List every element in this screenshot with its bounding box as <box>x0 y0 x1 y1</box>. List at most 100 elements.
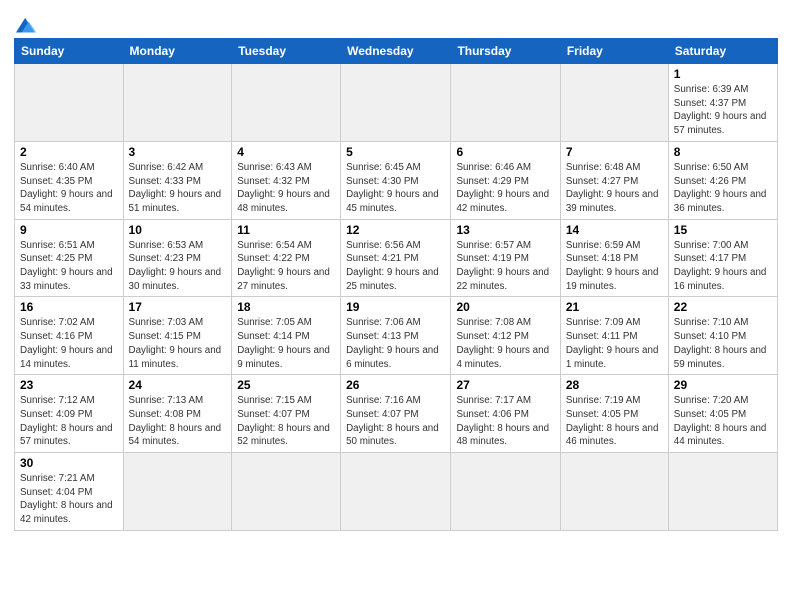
day-number: 21 <box>566 300 663 314</box>
day-number: 4 <box>237 145 335 159</box>
logo-area <box>14 10 38 32</box>
day-info: Sunrise: 7:10 AM Sunset: 4:10 PM Dayligh… <box>674 316 772 371</box>
day-info: Sunrise: 6:40 AM Sunset: 4:35 PM Dayligh… <box>20 161 118 216</box>
weekday-header-friday: Friday <box>560 39 668 64</box>
calendar-cell: 21 Sunrise: 7:09 AM Sunset: 4:11 PM Dayli… <box>560 297 668 375</box>
day-info: Sunrise: 7:13 AM Sunset: 4:08 PM Dayligh… <box>129 394 227 449</box>
day-info: Sunrise: 7:00 AM Sunset: 4:17 PM Dayligh… <box>674 239 772 294</box>
page: SundayMondayTuesdayWednesdayThursdayFrid… <box>0 0 792 612</box>
day-info: Sunrise: 7:03 AM Sunset: 4:15 PM Dayligh… <box>129 316 227 371</box>
day-number: 26 <box>346 378 445 392</box>
calendar-cell: 9 Sunrise: 6:51 AM Sunset: 4:25 PM Daylig… <box>15 219 124 297</box>
day-info: Sunrise: 6:53 AM Sunset: 4:23 PM Dayligh… <box>129 239 227 294</box>
calendar-cell: 4Sunrise: 6:43 AM Sunset: 4:32 PM Daylig… <box>232 141 341 219</box>
week-row-1: 1Sunrise: 6:39 AM Sunset: 4:37 PM Daylig… <box>15 64 778 142</box>
calendar-cell <box>15 64 124 142</box>
calendar-cell: 24 Sunrise: 7:13 AM Sunset: 4:08 PM Dayli… <box>123 375 232 453</box>
day-info: Sunrise: 7:17 AM Sunset: 4:06 PM Dayligh… <box>456 394 554 449</box>
calendar-cell: 14Sunrise: 6:59 AM Sunset: 4:18 PM Dayli… <box>560 219 668 297</box>
weekday-header-monday: Monday <box>123 39 232 64</box>
day-info: Sunrise: 6:50 AM Sunset: 4:26 PM Dayligh… <box>674 161 772 216</box>
calendar-cell: 15 Sunrise: 7:00 AM Sunset: 4:17 PM Dayli… <box>668 219 777 297</box>
day-number: 15 <box>674 223 772 237</box>
day-number: 11 <box>237 223 335 237</box>
day-number: 18 <box>237 300 335 314</box>
day-number: 3 <box>129 145 227 159</box>
weekday-header-row: SundayMondayTuesdayWednesdayThursdayFrid… <box>15 39 778 64</box>
day-number: 13 <box>456 223 554 237</box>
day-number: 6 <box>456 145 554 159</box>
calendar-cell: 19Sunrise: 7:06 AM Sunset: 4:13 PM Dayli… <box>341 297 451 375</box>
day-info: Sunrise: 7:12 AM Sunset: 4:09 PM Dayligh… <box>20 394 118 449</box>
calendar-cell <box>341 64 451 142</box>
day-number: 14 <box>566 223 663 237</box>
week-row-6: 30Sunrise: 7:21 AM Sunset: 4:04 PM Dayli… <box>15 453 778 531</box>
day-number: 9 <box>20 223 118 237</box>
day-number: 24 <box>129 378 227 392</box>
day-number: 16 <box>20 300 118 314</box>
calendar-cell <box>560 453 668 531</box>
weekday-header-sunday: Sunday <box>15 39 124 64</box>
day-info: Sunrise: 6:45 AM Sunset: 4:30 PM Dayligh… <box>346 161 445 216</box>
day-number: 12 <box>346 223 445 237</box>
calendar-cell: 12 Sunrise: 6:56 AM Sunset: 4:21 PM Dayli… <box>341 219 451 297</box>
day-info: Sunrise: 6:39 AM Sunset: 4:37 PM Dayligh… <box>674 83 772 138</box>
calendar-cell: 11 Sunrise: 6:54 AM Sunset: 4:22 PM Dayli… <box>232 219 341 297</box>
calendar-cell: 17 Sunrise: 7:03 AM Sunset: 4:15 PM Dayli… <box>123 297 232 375</box>
day-number: 23 <box>20 378 118 392</box>
calendar-cell: 6 Sunrise: 6:46 AM Sunset: 4:29 PM Daylig… <box>451 141 560 219</box>
day-info: Sunrise: 6:42 AM Sunset: 4:33 PM Dayligh… <box>129 161 227 216</box>
day-number: 28 <box>566 378 663 392</box>
weekday-header-saturday: Saturday <box>668 39 777 64</box>
calendar-cell: 22 Sunrise: 7:10 AM Sunset: 4:10 PM Dayli… <box>668 297 777 375</box>
day-number: 8 <box>674 145 772 159</box>
logo <box>14 14 38 36</box>
day-info: Sunrise: 6:54 AM Sunset: 4:22 PM Dayligh… <box>237 239 335 294</box>
calendar-cell: 7Sunrise: 6:48 AM Sunset: 4:27 PM Daylig… <box>560 141 668 219</box>
calendar-cell: 20 Sunrise: 7:08 AM Sunset: 4:12 PM Dayli… <box>451 297 560 375</box>
day-info: Sunrise: 7:15 AM Sunset: 4:07 PM Dayligh… <box>237 394 335 449</box>
week-row-4: 16 Sunrise: 7:02 AM Sunset: 4:16 PM Dayli… <box>15 297 778 375</box>
day-info: Sunrise: 6:48 AM Sunset: 4:27 PM Dayligh… <box>566 161 663 216</box>
calendar-table: SundayMondayTuesdayWednesdayThursdayFrid… <box>14 38 778 531</box>
calendar-cell <box>123 64 232 142</box>
calendar-cell: 2 Sunrise: 6:40 AM Sunset: 4:35 PM Daylig… <box>15 141 124 219</box>
day-info: Sunrise: 6:46 AM Sunset: 4:29 PM Dayligh… <box>456 161 554 216</box>
logo-icon <box>16 16 38 38</box>
day-info: Sunrise: 7:06 AM Sunset: 4:13 PM Dayligh… <box>346 316 445 371</box>
calendar-cell: 3 Sunrise: 6:42 AM Sunset: 4:33 PM Daylig… <box>123 141 232 219</box>
day-number: 25 <box>237 378 335 392</box>
day-info: Sunrise: 6:56 AM Sunset: 4:21 PM Dayligh… <box>346 239 445 294</box>
calendar-cell: 23 Sunrise: 7:12 AM Sunset: 4:09 PM Dayli… <box>15 375 124 453</box>
calendar-cell: 28Sunrise: 7:19 AM Sunset: 4:05 PM Dayli… <box>560 375 668 453</box>
day-number: 29 <box>674 378 772 392</box>
calendar-cell <box>232 64 341 142</box>
calendar-cell <box>560 64 668 142</box>
header-area <box>14 10 778 32</box>
day-info: Sunrise: 7:09 AM Sunset: 4:11 PM Dayligh… <box>566 316 663 371</box>
day-number: 2 <box>20 145 118 159</box>
week-row-3: 9 Sunrise: 6:51 AM Sunset: 4:25 PM Daylig… <box>15 219 778 297</box>
day-number: 20 <box>456 300 554 314</box>
day-number: 22 <box>674 300 772 314</box>
calendar-cell: 25 Sunrise: 7:15 AM Sunset: 4:07 PM Dayli… <box>232 375 341 453</box>
day-number: 17 <box>129 300 227 314</box>
weekday-header-thursday: Thursday <box>451 39 560 64</box>
day-info: Sunrise: 7:16 AM Sunset: 4:07 PM Dayligh… <box>346 394 445 449</box>
week-row-5: 23 Sunrise: 7:12 AM Sunset: 4:09 PM Dayli… <box>15 375 778 453</box>
day-info: Sunrise: 6:51 AM Sunset: 4:25 PM Dayligh… <box>20 239 118 294</box>
calendar-cell <box>341 453 451 531</box>
weekday-header-tuesday: Tuesday <box>232 39 341 64</box>
day-number: 10 <box>129 223 227 237</box>
day-number: 5 <box>346 145 445 159</box>
calendar-cell: 13 Sunrise: 6:57 AM Sunset: 4:19 PM Dayli… <box>451 219 560 297</box>
day-info: Sunrise: 7:08 AM Sunset: 4:12 PM Dayligh… <box>456 316 554 371</box>
calendar-cell: 8 Sunrise: 6:50 AM Sunset: 4:26 PM Daylig… <box>668 141 777 219</box>
calendar-cell: 29Sunrise: 7:20 AM Sunset: 4:05 PM Dayli… <box>668 375 777 453</box>
calendar-cell <box>451 453 560 531</box>
calendar-cell: 5 Sunrise: 6:45 AM Sunset: 4:30 PM Daylig… <box>341 141 451 219</box>
day-info: Sunrise: 6:57 AM Sunset: 4:19 PM Dayligh… <box>456 239 554 294</box>
week-row-2: 2 Sunrise: 6:40 AM Sunset: 4:35 PM Daylig… <box>15 141 778 219</box>
calendar-cell <box>123 453 232 531</box>
day-info: Sunrise: 7:02 AM Sunset: 4:16 PM Dayligh… <box>20 316 118 371</box>
